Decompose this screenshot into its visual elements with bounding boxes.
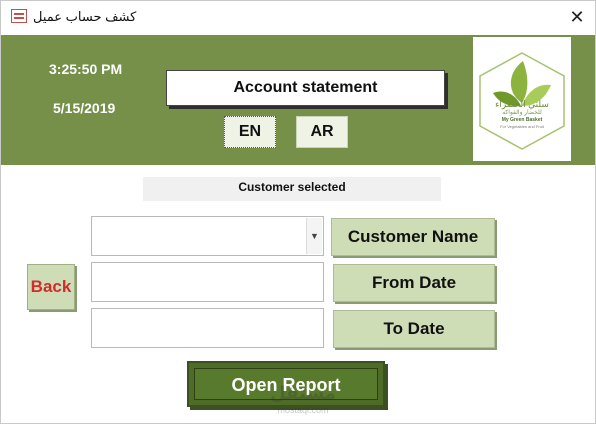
watermark: مستقل mostaql.com [263, 383, 343, 417]
watermark-arabic: مستقل [270, 383, 336, 403]
arabic-language-button[interactable]: AR [296, 116, 348, 148]
logo-english-name: My Green Basket [501, 117, 543, 123]
company-logo: سلتي الخضراء للخضار والفواكه My Green Ba… [473, 37, 571, 161]
title-bar: كشف حساب عميل ✕ [1, 1, 595, 35]
account-statement-window: كشف حساب عميل ✕ 3:25:50 PM 5/15/2019 Acc… [0, 0, 596, 424]
to-date-label: To Date [333, 310, 495, 348]
header-panel: 3:25:50 PM 5/15/2019 Account statement E… [1, 35, 595, 165]
current-time: 3:25:50 PM [49, 61, 123, 77]
watermark-latin: mostaql.com [277, 405, 329, 415]
statement-title: Account statement [166, 70, 445, 106]
chevron-down-icon[interactable]: ▼ [306, 218, 322, 254]
logo-arabic-tagline: للخضار والفواكه [502, 110, 542, 116]
customer-name-combo[interactable]: ▼ [91, 216, 324, 256]
logo-english-tagline: For Vegetables and Fruit [500, 124, 544, 129]
back-button[interactable]: Back [27, 264, 75, 310]
current-date: 5/15/2019 [53, 100, 116, 116]
customer-selected-label: Customer selected [143, 177, 441, 201]
english-language-button[interactable]: EN [224, 116, 276, 148]
form-icon [11, 9, 27, 23]
from-date-label: From Date [333, 264, 495, 302]
close-button[interactable]: ✕ [565, 5, 589, 29]
window-title: كشف حساب عميل [33, 9, 137, 24]
to-date-field[interactable] [91, 308, 324, 348]
customer-name-label: Customer Name [331, 218, 495, 256]
from-date-field[interactable] [91, 262, 324, 302]
